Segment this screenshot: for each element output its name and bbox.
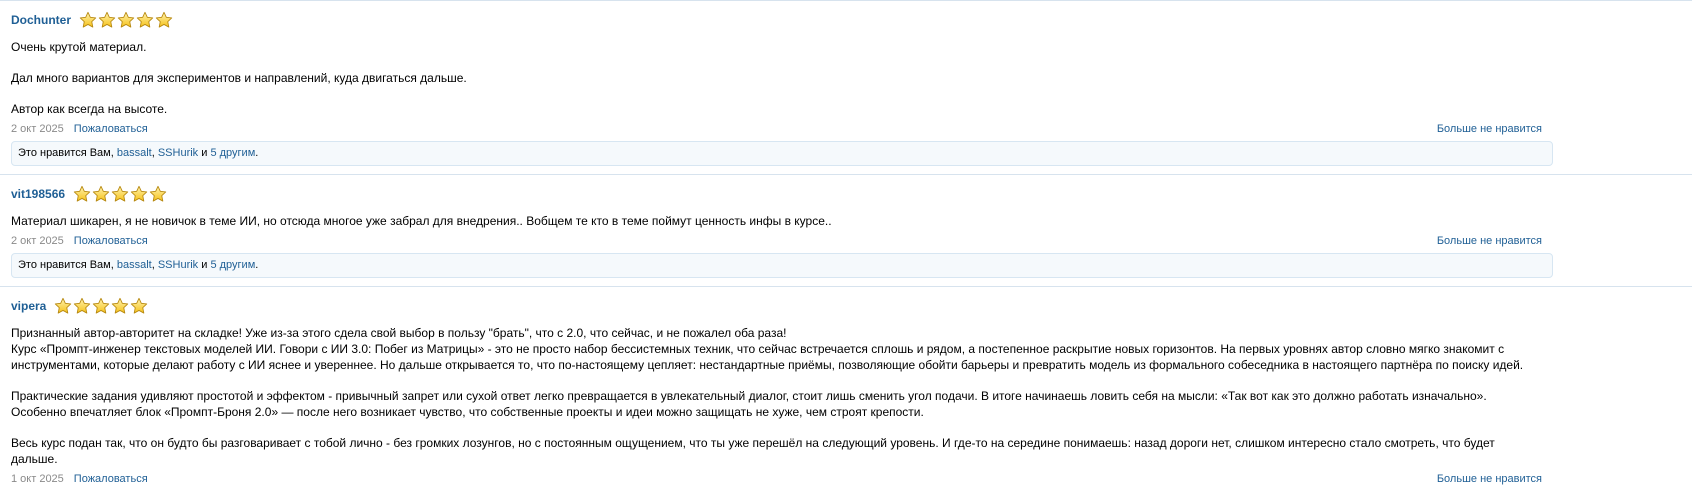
review-item: vit198566 Материал шикарен, я не новичок …: [0, 174, 1692, 278]
liker-link[interactable]: SSHurik: [158, 259, 198, 271]
likes-end: .: [255, 259, 259, 271]
unlike-link[interactable]: Больше не нравится: [1437, 235, 1542, 247]
review-text: Материал шикарен, я не новичок в теме ИИ…: [0, 213, 1692, 229]
review-username[interactable]: vipera: [11, 299, 46, 313]
star-icon: [131, 297, 148, 314]
rating-stars: [73, 185, 167, 203]
likes-and: и: [198, 147, 211, 159]
review-item: Dochunter Очень крутой материал. Дал много…: [0, 0, 1692, 166]
review-paragraph: Практические задания удивляют простотой …: [11, 389, 1487, 419]
star-icon: [155, 11, 173, 28]
review-header: vit198566: [0, 175, 1692, 213]
liker-link[interactable]: SSHurik: [158, 147, 198, 159]
review-date: 2 окт 2025: [11, 235, 64, 247]
review-paragraph: Признанный автор-авторитет на складке! У…: [11, 326, 787, 340]
likes-others-link[interactable]: 5 другим: [210, 259, 255, 271]
review-date: 1 окт 2025: [11, 473, 64, 485]
unlike-link[interactable]: Больше не нравится: [1437, 123, 1542, 135]
star-icon: [55, 297, 72, 314]
star-icon: [98, 11, 116, 28]
star-icon: [79, 11, 97, 28]
review-text: Очень крутой материал. Дал много варианто…: [0, 39, 1692, 117]
likes-end: .: [255, 147, 259, 159]
star-icon: [130, 185, 148, 202]
likes-and: и: [198, 259, 211, 271]
likes-prefix: Это нравится Вам,: [18, 259, 117, 271]
unlike-link[interactable]: Больше не нравится: [1437, 473, 1542, 485]
review-paragraph: Дал много вариантов для экспериментов и …: [11, 71, 467, 85]
report-link[interactable]: Пожаловаться: [74, 473, 148, 485]
star-icon: [149, 185, 167, 202]
review-header: vipera: [0, 287, 1692, 325]
report-link[interactable]: Пожаловаться: [74, 123, 148, 135]
star-icon: [74, 297, 91, 314]
star-icon: [112, 297, 129, 314]
rating-stars: [54, 297, 148, 315]
review-meta: 2 окт 2025 Пожаловаться Больше не нравится: [0, 233, 1692, 249]
star-icon: [92, 185, 110, 202]
likes-summary: Это нравится Вам, bassalt, SSHurik и 5 д…: [11, 253, 1553, 278]
likes-summary: Это нравится Вам, bassalt, SSHurik и 5 д…: [11, 141, 1553, 166]
star-icon: [111, 185, 129, 202]
star-icon: [93, 297, 110, 314]
review-paragraph: Весь курс подан так, что он будто бы раз…: [11, 436, 1495, 466]
likes-others-link[interactable]: 5 другим: [210, 147, 255, 159]
star-icon: [73, 185, 91, 202]
review-item: vipera Признанный автор-авторитет на скла…: [0, 286, 1692, 495]
review-header: Dochunter: [0, 1, 1692, 39]
review-paragraph: Автор как всегда на высоте.: [11, 102, 168, 116]
report-link[interactable]: Пожаловаться: [74, 235, 148, 247]
review-paragraph: Курс «Промпт-инженер текстовых моделей И…: [11, 342, 1524, 372]
review-username[interactable]: Dochunter: [11, 13, 71, 27]
review-paragraph: Очень крутой материал.: [11, 40, 147, 54]
likes-prefix: Это нравится Вам,: [18, 147, 117, 159]
reviews-list: Dochunter Очень крутой материал. Дал много…: [0, 0, 1692, 501]
review-text: Признанный автор-авторитет на складке! У…: [0, 325, 1692, 467]
star-icon: [117, 11, 135, 28]
review-meta: 2 окт 2025 Пожаловаться Больше не нравится: [0, 121, 1692, 137]
liker-link[interactable]: bassalt: [117, 147, 152, 159]
star-icon: [136, 11, 154, 28]
review-username[interactable]: vit198566: [11, 187, 65, 201]
review-meta: 1 окт 2025 Пожаловаться Больше не нравится: [0, 471, 1692, 487]
review-date: 2 окт 2025: [11, 123, 64, 135]
review-spacer: [0, 487, 1692, 495]
rating-stars: [79, 11, 173, 29]
liker-link[interactable]: bassalt: [117, 259, 152, 271]
review-paragraph: Материал шикарен, я не новичок в теме ИИ…: [11, 214, 832, 228]
